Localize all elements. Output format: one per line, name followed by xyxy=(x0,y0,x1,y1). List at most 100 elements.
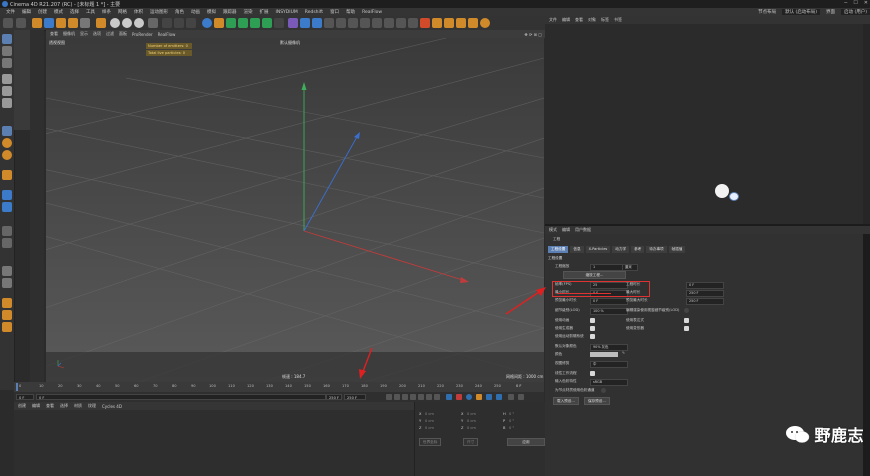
vp-menu-realflow[interactable]: RealFlow xyxy=(158,32,176,37)
z-axis-icon[interactable] xyxy=(134,18,144,28)
record-icon[interactable] xyxy=(446,394,452,400)
close-icon[interactable]: ✕ xyxy=(864,0,868,8)
render-view-icon[interactable] xyxy=(162,18,172,28)
twist-icon[interactable] xyxy=(2,278,12,288)
question-icon[interactable] xyxy=(468,18,478,28)
menu-help[interactable]: 帮助 xyxy=(346,9,355,15)
render-settings-icon[interactable] xyxy=(186,18,196,28)
om-menu-object[interactable]: 对象 xyxy=(588,17,596,23)
use-motion-checkbox[interactable] xyxy=(590,334,595,339)
mat-menu-select[interactable]: 选择 xyxy=(60,403,68,409)
apply-button[interactable]: 应用 xyxy=(507,438,545,446)
move-icon[interactable] xyxy=(44,18,54,28)
add-icon[interactable] xyxy=(96,18,106,28)
menu-select[interactable]: 选择 xyxy=(70,9,79,15)
brush-icon[interactable] xyxy=(2,310,12,320)
goto-end-icon[interactable] xyxy=(434,394,440,400)
tab-project-settings[interactable]: 工程设置 xyxy=(548,246,569,253)
light-icon[interactable] xyxy=(300,18,310,28)
preview-max-input[interactable]: 250 F xyxy=(686,298,724,305)
layout-select[interactable]: 默认 (启动布局) xyxy=(782,9,821,15)
mat-menu-material[interactable]: 材质 xyxy=(74,403,82,409)
grid-icon[interactable] xyxy=(336,18,346,28)
menu-edit[interactable]: 编辑 xyxy=(22,9,31,15)
menu-file[interactable]: 文件 xyxy=(6,9,15,15)
view-clip-select[interactable]: 中 xyxy=(590,361,628,368)
vp-menu-prorender[interactable]: ProRender xyxy=(132,32,153,37)
effector-icon[interactable] xyxy=(262,18,272,28)
attr-menu-edit[interactable]: 编辑 xyxy=(562,227,570,233)
goto-start-icon[interactable] xyxy=(386,394,392,400)
solo-icon[interactable] xyxy=(2,226,12,236)
vp-menu-filter[interactable]: 过滤 xyxy=(106,31,114,37)
play-icon[interactable] xyxy=(410,394,416,400)
om-menu-tags[interactable]: 标签 xyxy=(601,17,609,23)
vp-menu-display[interactable]: 显示 xyxy=(80,31,88,37)
coord-z-value[interactable]: 0 cm xyxy=(425,426,434,430)
vp-menu-options[interactable]: 选项 xyxy=(93,31,101,37)
redo-icon[interactable] xyxy=(16,18,26,28)
viewport-camera[interactable]: 默认摄像机 xyxy=(280,40,300,46)
vp-menu-cameras[interactable]: 摄像机 xyxy=(63,31,75,37)
magnet-icon[interactable] xyxy=(2,322,12,332)
timeline-icon[interactable] xyxy=(518,394,524,400)
size-z-value[interactable]: 0 cm xyxy=(467,426,476,430)
vp-menu-view[interactable]: 查看 xyxy=(50,31,58,37)
menu-extensions[interactable]: 扩展 xyxy=(260,9,269,15)
playhead[interactable] xyxy=(16,383,18,391)
menu-animate[interactable]: 动画 xyxy=(191,9,200,15)
object-manager-list[interactable] xyxy=(545,24,863,224)
use-animation-checkbox[interactable] xyxy=(590,318,595,323)
save-preset-button[interactable]: 保存预设... xyxy=(584,397,610,405)
key-rotation-icon[interactable] xyxy=(476,394,482,400)
default-color-select[interactable]: 90% 灰色 xyxy=(590,344,628,351)
sky-icon[interactable] xyxy=(312,18,322,28)
camera-icon[interactable] xyxy=(288,18,298,28)
enable-axis-icon[interactable] xyxy=(2,126,12,136)
mat-menu-edit[interactable]: 编辑 xyxy=(32,403,40,409)
coord-system-icon[interactable] xyxy=(148,18,158,28)
menu-redshift[interactable]: Redshift xyxy=(305,10,323,15)
coord-mode-select[interactable]: 世界坐标 xyxy=(419,438,442,446)
rot-h-value[interactable]: 0 ° xyxy=(509,412,514,416)
size-mode-select[interactable]: 尺寸 xyxy=(463,438,479,446)
use-expressions-checkbox[interactable] xyxy=(684,318,689,323)
snap-enable-icon[interactable] xyxy=(2,170,12,180)
menu-volume[interactable]: 体积 xyxy=(134,9,143,15)
key-param-icon[interactable] xyxy=(496,394,502,400)
rotate-icon[interactable] xyxy=(68,18,78,28)
attr-menu-mode[interactable]: 模式 xyxy=(549,227,557,233)
current-frame-field[interactable]: 0 F xyxy=(16,394,34,400)
locked-workplane-icon[interactable] xyxy=(2,190,12,200)
timeline-ruler[interactable]: 0 10 20 30 40 50 60 70 80 90 100 110 120… xyxy=(14,382,544,392)
preview-end-field[interactable]: 250 F xyxy=(344,394,366,400)
om-menu-view[interactable]: 查看 xyxy=(575,17,583,23)
interface-select[interactable]: 启动 (用户) xyxy=(841,9,870,15)
pen-icon[interactable] xyxy=(214,18,224,28)
rot-b-value[interactable]: 0 ° xyxy=(509,426,514,430)
undo-icon[interactable] xyxy=(3,18,13,28)
model-mode-icon[interactable] xyxy=(2,34,12,44)
cube-icon[interactable] xyxy=(202,18,212,28)
end-frame-field[interactable]: 250 F xyxy=(326,394,342,400)
menu-spline[interactable]: 样条 xyxy=(102,9,111,15)
attr-menu-userdata[interactable]: 用户数据 xyxy=(575,227,591,233)
key-position-icon[interactable] xyxy=(466,394,472,400)
vp-menu-panel[interactable]: 面板 xyxy=(119,31,127,37)
bodypaint-icon[interactable] xyxy=(396,18,406,28)
use-deformers-checkbox[interactable] xyxy=(684,326,689,331)
menu-mesh[interactable]: 网格 xyxy=(118,9,127,15)
mat-menu-create[interactable]: 创建 xyxy=(18,403,26,409)
minimize-icon[interactable]: ─ xyxy=(844,0,847,8)
coord-y-value[interactable]: 0 cm xyxy=(425,419,434,423)
planar-workplane-icon[interactable] xyxy=(2,202,12,212)
key-scale-icon[interactable] xyxy=(486,394,492,400)
menu-tools[interactable]: 工具 xyxy=(86,9,95,15)
xparticles-icon[interactable] xyxy=(432,18,442,28)
xpresso-icon[interactable] xyxy=(384,18,394,28)
cloner-icon[interactable] xyxy=(238,18,248,28)
realflow-icon[interactable] xyxy=(480,18,490,28)
live-select-icon[interactable] xyxy=(32,18,42,28)
sculpt-icon[interactable] xyxy=(408,18,418,28)
mat-menu-cycles[interactable]: Cycles 4D xyxy=(102,404,122,409)
